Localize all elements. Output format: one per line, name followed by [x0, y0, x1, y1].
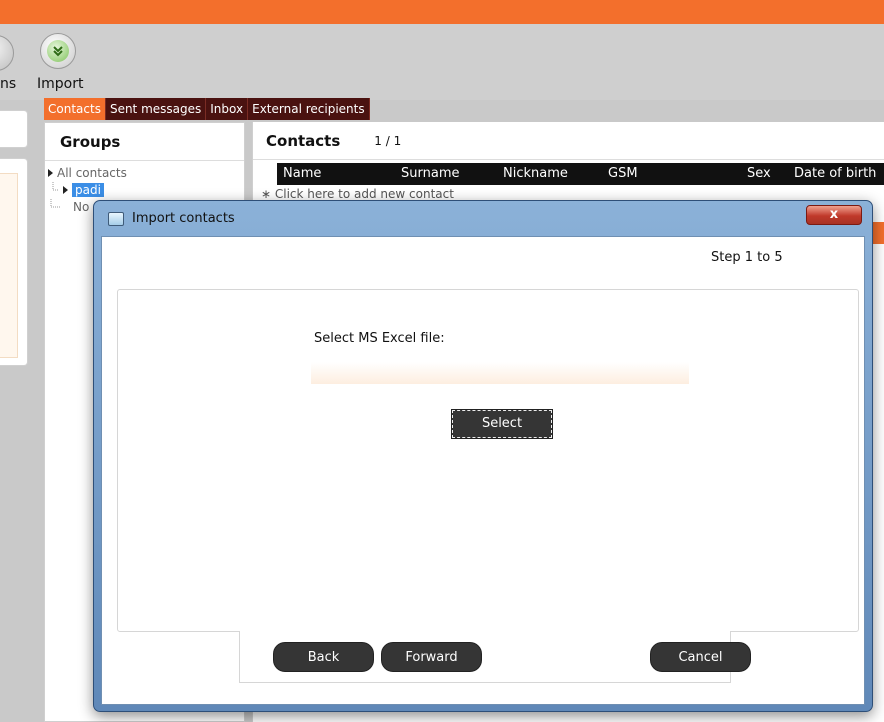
import-button[interactable] — [40, 33, 76, 69]
dialog-title: Import contacts — [132, 211, 235, 226]
tab-inbox[interactable]: Inbox — [206, 98, 249, 120]
main-toolbar: ns Import — [0, 24, 884, 100]
column-header-surname[interactable]: Surname — [401, 163, 459, 185]
tree-item-label: padi — [72, 183, 104, 197]
add-contact-hint: Click here to add new contact — [274, 187, 454, 201]
column-header-nickname[interactable]: Nickname — [503, 163, 568, 185]
excel-file-path-field[interactable] — [311, 362, 689, 384]
dialog-titlebar[interactable]: Import contacts x — [94, 201, 872, 235]
left-panel-header-edge — [0, 110, 28, 148]
main-tabs: Contacts Sent messages Inbox External re… — [44, 98, 370, 120]
contacts-page-count: 1 / 1 — [374, 133, 402, 148]
asterisk-icon: ∗ — [261, 187, 275, 201]
contacts-title: Contacts — [266, 131, 341, 150]
tree-item-all-contacts[interactable]: All contacts — [45, 165, 244, 182]
step-indicator: Step 1 to 5 — [711, 250, 783, 265]
tab-external-recipients[interactable]: External recipients — [248, 98, 370, 120]
file-label: Select MS Excel file: — [314, 331, 445, 346]
tab-contacts[interactable]: Contacts — [44, 98, 106, 120]
add-contact-row[interactable]: ∗ Click here to add new contact — [261, 187, 454, 201]
tree-item-label: All contacts — [57, 166, 127, 180]
forward-button[interactable]: Forward — [381, 642, 482, 672]
double-chevron-down-icon — [47, 40, 69, 62]
tab-sent-messages[interactable]: Sent messages — [105, 98, 207, 120]
close-button[interactable]: x — [806, 205, 862, 225]
column-header-gsm[interactable]: GSM — [608, 163, 638, 185]
tree-item-padi[interactable]: padi — [45, 182, 244, 199]
import-contacts-dialog: Import contacts x Step 1 to 5 Select MS … — [93, 200, 873, 712]
dialog-body: Step 1 to 5 Select MS Excel file: Select… — [101, 236, 865, 705]
select-file-button[interactable]: Select — [452, 410, 552, 438]
back-button[interactable]: Back — [273, 642, 374, 672]
tree-connector-icon — [52, 182, 59, 191]
groups-title: Groups — [45, 123, 244, 161]
toolbar-partial-icon[interactable] — [0, 35, 14, 71]
expand-arrow-icon[interactable] — [63, 186, 68, 194]
contacts-header: Contacts 1 / 1 — [253, 122, 884, 160]
file-selection-panel: Select MS Excel file: Select — [117, 289, 859, 632]
column-header-date-of-birth[interactable]: Date of birth — [794, 163, 876, 185]
tree-connector-icon — [50, 199, 61, 208]
window-icon — [108, 212, 124, 226]
app-top-accent-bar — [0, 0, 884, 24]
expand-arrow-icon[interactable] — [48, 169, 53, 177]
left-panel-body-edge — [0, 158, 28, 366]
tree-item-label: No — [73, 200, 90, 214]
column-header-sex[interactable]: Sex — [747, 163, 771, 185]
left-panel-inner — [0, 173, 18, 358]
toolbar-partial-label[interactable]: ns — [0, 76, 16, 92]
column-header-name[interactable]: Name — [283, 163, 321, 185]
contacts-table-header: Name Surname Nickname GSM Sex Date of bi… — [277, 163, 884, 185]
import-label[interactable]: Import — [37, 76, 83, 92]
cancel-button[interactable]: Cancel — [650, 642, 751, 672]
